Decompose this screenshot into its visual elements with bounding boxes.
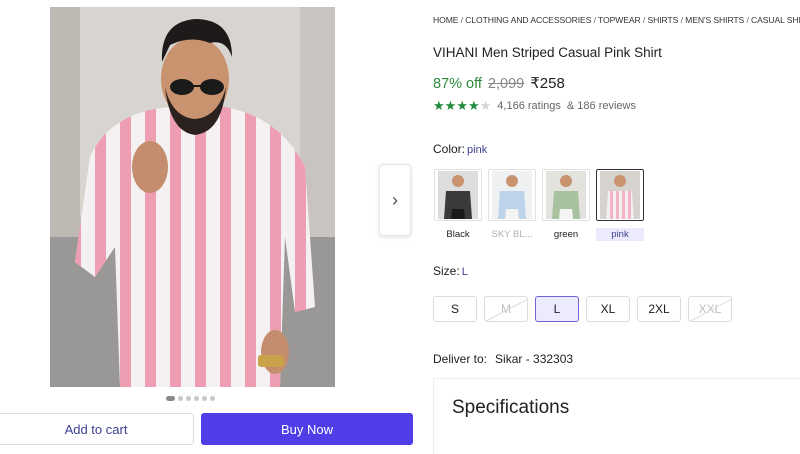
color-thumbnail [542, 169, 590, 221]
size-options: S M L XL 2XL XXL [433, 296, 732, 322]
selected-color: pink [467, 144, 488, 156]
size-option-l[interactable]: L [535, 296, 579, 322]
breadcrumb-item[interactable]: HOME [433, 15, 458, 25]
chevron-right-icon: › [392, 189, 398, 210]
pagination-dot[interactable] [210, 396, 215, 401]
original-price: 2,099 [487, 76, 525, 92]
color-option-label: SKY BL... [491, 229, 533, 240]
breadcrumb-item[interactable]: TOPWEAR [598, 15, 641, 25]
breadcrumb-item[interactable]: CLOTHING AND ACCESSORIES [465, 15, 591, 25]
color-thumbnail [488, 169, 536, 221]
size-option-m[interactable]: M [484, 296, 528, 322]
color-option-label: Black [446, 229, 470, 240]
star-filled-icon: ★ [433, 98, 445, 113]
color-option-sky-blue[interactable]: SKY BL... [488, 169, 536, 241]
buy-now-button[interactable]: Buy Now [201, 413, 413, 445]
breadcrumb-item[interactable]: MEN'S SHIRTS [685, 15, 744, 25]
price-row: 87% off 2,099 ₹258 [433, 74, 565, 92]
breadcrumb-item[interactable]: CASUAL SHIRTS [751, 15, 800, 25]
star-filled-icon: ★ [444, 98, 457, 113]
image-pagination-dots [166, 396, 215, 401]
pagination-dot[interactable] [178, 396, 183, 401]
size-label-text: Size: [433, 264, 460, 278]
color-label: Color: pink [433, 142, 487, 156]
color-option-label: green [553, 229, 579, 240]
size-option-s[interactable]: S [433, 296, 477, 322]
size-option-xl[interactable]: XL [586, 296, 630, 322]
size-option-2xl[interactable]: 2XL [637, 296, 681, 322]
deliver-to-label: Deliver to: [433, 352, 488, 366]
selling-price: ₹258 [530, 75, 565, 92]
ratings-count[interactable]: 4,166 ratings [497, 100, 561, 112]
next-image-button[interactable]: › [379, 164, 411, 236]
size-option-xxl[interactable]: XXL [688, 296, 732, 322]
star-rating: ★ ★ ★ ★ ★ [433, 99, 491, 112]
add-to-cart-button[interactable]: Add to cart [0, 413, 194, 445]
star-filled-icon: ★ [467, 98, 480, 113]
specifications-title[interactable]: Specifications [452, 397, 569, 419]
breadcrumb-item[interactable]: SHIRTS [648, 15, 679, 25]
product-main-image[interactable] [50, 7, 335, 387]
color-option-pink[interactable]: pink [596, 169, 644, 241]
color-option-black[interactable]: Black [434, 169, 482, 241]
color-label-text: Color: [433, 142, 466, 156]
selected-size: L [461, 266, 468, 278]
discount-percent: 87% off [433, 76, 482, 92]
color-thumbnail [596, 169, 644, 221]
pagination-dot[interactable] [202, 396, 207, 401]
pagination-dot[interactable] [166, 396, 175, 401]
reviews-count[interactable]: & 186 reviews [567, 100, 636, 112]
color-option-green[interactable]: green [542, 169, 590, 241]
star-filled-icon: ★ [456, 98, 468, 113]
rating-row[interactable]: ★ ★ ★ ★ ★ 4,166 ratings & 186 reviews [433, 99, 636, 112]
pagination-dot[interactable] [186, 396, 191, 401]
star-empty-icon: ★ [479, 98, 492, 113]
pagination-dot[interactable] [194, 396, 199, 401]
size-label: Size: L [433, 264, 468, 278]
color-option-label: pink [596, 228, 644, 241]
color-thumbnail [434, 169, 482, 221]
color-options: Black SKY BL... green pink [434, 169, 644, 241]
breadcrumb: HOME / CLOTHING AND ACCESSORIES / TOPWEA… [433, 15, 800, 25]
delivery-location[interactable]: Deliver to: Sikar - 332303 [433, 352, 573, 366]
product-title: VIHANI Men Striped Casual Pink Shirt [433, 45, 662, 60]
delivery-pincode[interactable]: Sikar - 332303 [495, 352, 573, 366]
